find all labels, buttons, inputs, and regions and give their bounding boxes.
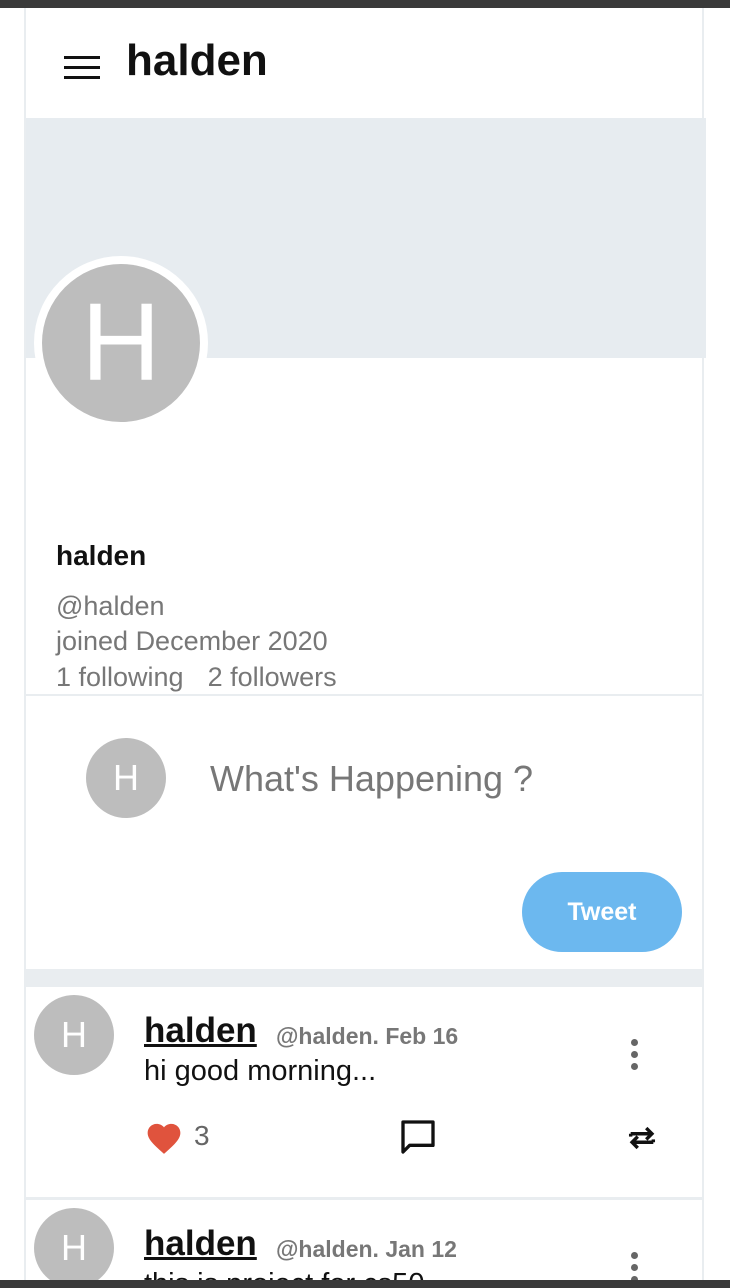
following-count[interactable]: 1 following xyxy=(56,662,184,692)
more-options-icon[interactable] xyxy=(624,1039,644,1075)
tweet-avatar[interactable]: H xyxy=(34,1208,114,1280)
compose-avatar: H xyxy=(86,738,166,818)
tweet-item[interactable]: H halden @halden. Feb 16 hi good morning… xyxy=(26,987,702,1200)
profile-avatar-initial: H xyxy=(42,264,200,422)
profile-name: halden xyxy=(56,540,147,571)
tweet-author-name[interactable]: halden xyxy=(144,1224,257,1264)
comment-icon[interactable] xyxy=(398,1117,438,1157)
tweet-avatar[interactable]: H xyxy=(34,995,114,1075)
more-options-icon[interactable] xyxy=(624,1252,644,1280)
tweet-text: this is project for cs50 xyxy=(144,1268,424,1280)
page-title: halden xyxy=(126,36,268,85)
browser-viewport: halden H halden @halden joined December … xyxy=(0,8,730,1280)
profile-joined-date: joined December 2020 xyxy=(56,626,328,656)
tweet-author-name[interactable]: halden xyxy=(144,1011,257,1051)
tweet-handle-date: @halden. Feb 16 xyxy=(276,1023,459,1049)
tweet-item[interactable]: H halden @halden. Jan 12 this is project… xyxy=(26,1200,702,1280)
followers-count[interactable]: 2 followers xyxy=(208,662,337,692)
like-count: 3 xyxy=(194,1120,210,1151)
retweet-icon[interactable] xyxy=(624,1121,660,1155)
top-bar: halden xyxy=(26,8,702,118)
compose-tweet-box: H Tweet xyxy=(26,694,702,971)
hamburger-menu-icon[interactable] xyxy=(64,56,100,82)
tweet-text: hi good morning... xyxy=(144,1055,377,1087)
section-divider xyxy=(26,969,702,987)
tweet-handle-date: @halden. Jan 12 xyxy=(276,1236,457,1262)
profile-handle: @halden xyxy=(56,591,165,621)
heart-icon[interactable] xyxy=(144,1119,184,1155)
tweet-button[interactable]: Tweet xyxy=(522,872,682,952)
compose-input[interactable] xyxy=(210,754,630,804)
profile-avatar: H xyxy=(34,256,208,430)
profile-page: halden H halden @halden joined December … xyxy=(24,8,706,1280)
profile-stats: 1 following 2 followers xyxy=(56,662,337,693)
